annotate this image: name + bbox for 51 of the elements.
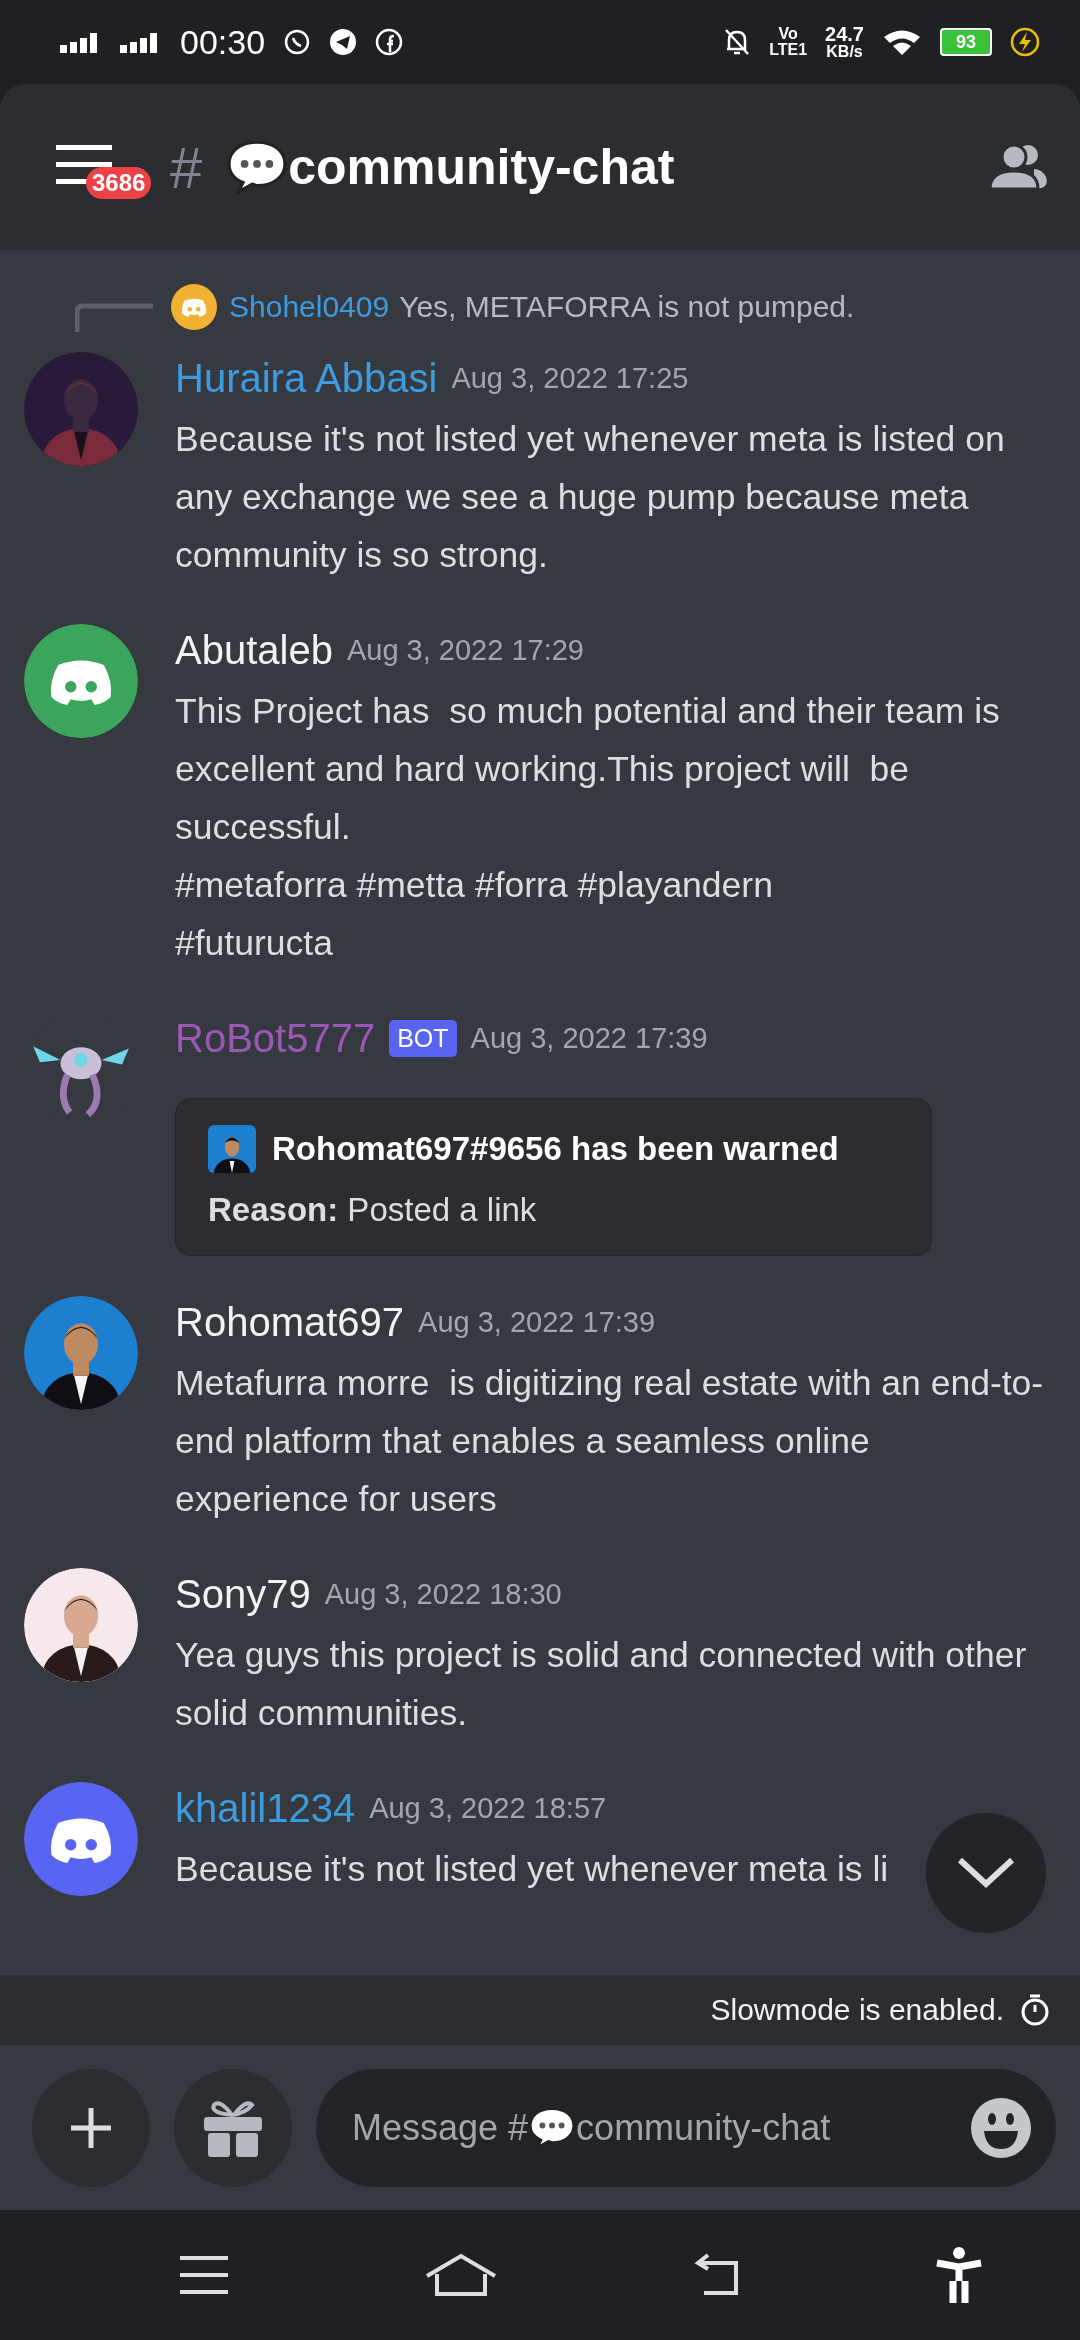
message-text: Metafurra morre is digitizing real estate with an end-to-end platform that enables a seamless online experience for users [175, 1362, 1045, 1521]
channel-title: community-chat [288, 138, 675, 196]
message-text: This Project has so much potential and their team is excellent and hard working.This project will be successful. #metaforra #metta #forra #playandern #futuructa [175, 690, 1001, 965]
smiley-icon[interactable] [970, 2096, 1032, 2159]
author-name[interactable]: Abutaleb [175, 627, 333, 673]
chat-icon [283, 28, 312, 56]
embed-text: Reason: Posted a link [208, 1191, 538, 1229]
wifi-icon [882, 28, 922, 56]
message-input[interactable]: Message # community-chat [316, 2068, 1056, 2187]
timestamp: Aug 3, 2022 17:39 [470, 1021, 708, 1055]
placeholder-text: community-chat [576, 2106, 831, 2149]
message-text: Because it's not listed yet whenever meta is li [175, 1848, 889, 1891]
home-icon[interactable] [424, 2252, 497, 2298]
speech-bubble-icon [226, 139, 289, 195]
channel-hash: # [170, 133, 203, 201]
embed-title: Rohomat697#9656 has been warned [272, 1130, 839, 1168]
bell-off-icon [723, 27, 752, 57]
author-name[interactable]: Sony79 [175, 1571, 311, 1617]
timestamp: Aug 3, 2022 17:39 [418, 1305, 656, 1339]
members-icon[interactable] [990, 143, 1050, 191]
battery-level: 93 [940, 28, 992, 56]
lightning-icon [1010, 27, 1040, 57]
slowmode-notice: Slowmode is enabled. [710, 1993, 1004, 2027]
timestamp: Aug 3, 2022 18:57 [369, 1791, 607, 1825]
author-name[interactable]: Huraira Abbasi [175, 355, 438, 401]
timestamp: Aug 3, 2022 17:29 [346, 633, 584, 667]
placeholder-text: Message # [352, 2106, 529, 2149]
unread-badge: 3686 [86, 167, 152, 199]
timestamp: Aug 3, 2022 17:25 [451, 361, 689, 395]
accessibility-icon[interactable] [934, 2247, 983, 2303]
plus-icon [69, 2105, 113, 2150]
speech-bubble-icon [528, 2105, 577, 2150]
paper-plane-icon [329, 28, 358, 56]
timestamp: Aug 3, 2022 18:30 [324, 1577, 562, 1611]
chevron-down-icon [956, 1856, 1016, 1890]
clock: 00:30 [180, 22, 266, 62]
timer-icon [1020, 1993, 1050, 2027]
facebook-icon [375, 28, 404, 56]
reply-text: Yes, METAFORRA is not pumped. [399, 290, 855, 324]
avatar-icon [171, 284, 217, 330]
message-text: Yea guys this project is solid and connected with other solid communities. [175, 1634, 1028, 1735]
menu-icon[interactable] [177, 2255, 230, 2295]
speed-unit: KB/s [826, 44, 863, 60]
reply-author[interactable]: Shohel0409 [229, 290, 390, 324]
speed-value: 24.7 [825, 24, 864, 44]
author-name[interactable]: Rohomat697 [175, 1299, 405, 1345]
author-name[interactable]: khalil1234 [175, 1785, 356, 1831]
volte-label: Vo [778, 26, 798, 42]
message-text: Because it's not listed yet whenever meta is listed on any exchange we see a huge pump because meta community is so strong. [175, 418, 1006, 577]
bot-tag: BOT [389, 1019, 457, 1057]
network-label: LTE1 [769, 42, 808, 58]
